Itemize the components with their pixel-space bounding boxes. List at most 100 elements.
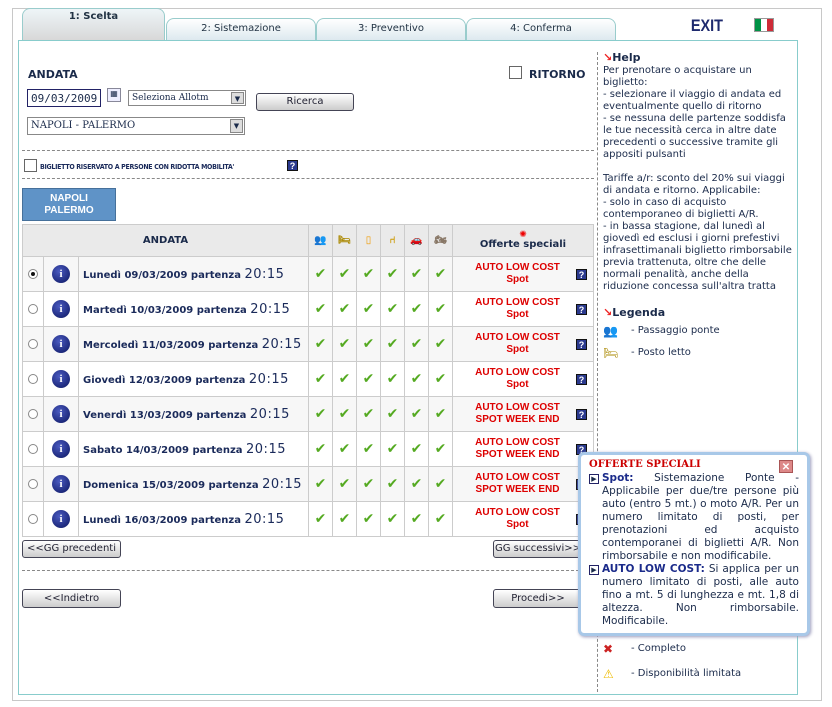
calendar-icon[interactable]: ▦ [107, 88, 121, 102]
departure-date: Lunedì 16/03/2009 partenza 20:15 [78, 501, 309, 537]
search-button[interactable]: Ricerca [256, 93, 354, 111]
departure-day: Lunedì 16/03/2009 partenza [83, 514, 241, 526]
info-cell[interactable]: i [43, 326, 79, 362]
help-question-icon[interactable]: ? [576, 373, 587, 385]
available-check-icon: ✔ [308, 396, 333, 432]
date-input[interactable]: 09/03/2009 [27, 89, 101, 107]
help-question-icon[interactable]: ? [576, 268, 587, 280]
info-cell[interactable]: i [43, 256, 79, 292]
warning-icon: ⚠ [603, 667, 614, 681]
info-icon[interactable]: i [52, 265, 70, 283]
departure-radio[interactable] [28, 269, 38, 279]
departure-radio[interactable] [28, 479, 38, 489]
info-cell[interactable]: i [43, 396, 79, 432]
departure-day: Giovedì 12/03/2009 partenza [83, 374, 246, 386]
departure-radio[interactable] [28, 444, 38, 454]
car-icon: 🚗 [404, 224, 429, 257]
departure-radio[interactable] [28, 374, 38, 384]
departure-date: Venerdì 13/03/2009 partenza 20:15 [78, 396, 309, 432]
available-check-icon: ✔ [308, 326, 333, 362]
close-icon[interactable]: ✕ [779, 460, 793, 473]
available-check-icon: ✔ [380, 396, 405, 432]
departure-row[interactable]: i Sabato 14/03/2009 partenza 20:15 ✔ ✔ ✔ ✔ ✔ ✔… [22, 431, 594, 467]
tab-conferma[interactable]: 4: Conferma [466, 18, 616, 40]
departure-row[interactable]: i Venerdì 13/03/2009 partenza 20:15 ✔ ✔ ✔ ✔ ✔… [22, 396, 594, 432]
departure-radio[interactable] [28, 514, 38, 524]
info-cell[interactable]: i [43, 466, 79, 502]
legend-item: 👥 - Passaggio ponte [603, 320, 797, 342]
tab-scelta[interactable]: 1: Scelta [22, 8, 165, 40]
reduced-mobility-checkbox[interactable] [24, 159, 37, 172]
departure-row[interactable]: i Lunedì 16/03/2009 partenza 20:15 ✔ ✔ ✔ ✔ ✔ ✔… [22, 501, 594, 537]
info-cell[interactable]: i [43, 361, 79, 397]
available-check-icon: ✔ [308, 256, 333, 292]
proceed-button[interactable]: Procedi>> [493, 589, 583, 608]
back-button[interactable]: <<Indietro [22, 589, 121, 608]
route-select[interactable]: NAPOLI - PALERMO ▼ [27, 117, 245, 135]
route-destination: PALERMO [44, 205, 94, 216]
info-icon[interactable]: i [52, 300, 70, 318]
next-days-button[interactable]: GG successivi>> [493, 540, 583, 558]
offer-auto-low-cost: AUTO LOW COST [475, 332, 560, 343]
motorbike-icon: 🏍 [428, 224, 453, 257]
offers-cell: AUTO LOW COSTSpot? [452, 501, 594, 537]
info-icon[interactable]: i [52, 370, 70, 388]
available-check-icon: ✔ [428, 466, 453, 502]
previous-days-button[interactable]: <<GG precedenti [22, 540, 121, 558]
available-check-icon: ✔ [356, 466, 381, 502]
radio-cell[interactable] [22, 466, 44, 502]
departure-row[interactable]: i Giovedì 12/03/2009 partenza 20:15 ✔ ✔ ✔ ✔ ✔… [22, 361, 594, 397]
info-icon[interactable]: i [52, 405, 70, 423]
route-tab[interactable]: NAPOLI PALERMO [22, 188, 116, 221]
spot-term: Spot: [602, 472, 634, 484]
departure-radio[interactable] [28, 409, 38, 419]
offer-spot: Spot [506, 344, 529, 355]
radio-cell[interactable] [22, 256, 44, 292]
arrow-right-icon: ▶ [589, 474, 599, 484]
radio-cell[interactable] [22, 291, 44, 327]
departure-time: 20:15 [249, 406, 290, 422]
offer-auto-low-cost: AUTO LOW COST [475, 402, 560, 413]
legend-label: - Passaggio ponte [631, 325, 720, 336]
exit-link[interactable]: EXIT [691, 16, 723, 36]
ritorno-checkbox[interactable] [509, 66, 522, 79]
info-cell[interactable]: i [43, 431, 79, 467]
radio-cell[interactable] [22, 431, 44, 467]
andata-label: ANDATA [28, 68, 78, 81]
tab-sistemazione[interactable]: 2: Sistemazione [166, 18, 316, 40]
departure-date: Sabato 14/03/2009 partenza 20:15 [78, 431, 309, 467]
help-question-icon[interactable]: ? [576, 408, 587, 420]
departure-row[interactable]: i Mercoledì 11/03/2009 partenza 20:15 ✔ ✔ ✔… [22, 326, 594, 362]
help-question-icon[interactable]: ? [287, 160, 298, 171]
radio-cell[interactable] [22, 361, 44, 397]
ritorno-label: RITORNO [529, 68, 586, 81]
departure-date: Giovedì 12/03/2009 partenza 20:15 [78, 361, 309, 397]
departure-row[interactable]: i Domenica 15/03/2009 partenza 20:15 ✔ ✔ ✔ ✔… [22, 466, 594, 502]
allotment-select[interactable]: Seleziona Allotm ▼ [128, 90, 246, 106]
available-check-icon: ✔ [308, 291, 333, 327]
available-check-icon: ✔ [404, 501, 429, 537]
star-burst-icon: ✺ [519, 230, 527, 240]
radio-cell[interactable] [22, 326, 44, 362]
help-question-icon[interactable]: ? [576, 303, 587, 315]
info-cell[interactable]: i [43, 501, 79, 537]
tab-preventivo[interactable]: 3: Preventivo [316, 18, 466, 40]
info-icon[interactable]: i [52, 335, 70, 353]
info-icon[interactable]: i [52, 510, 70, 528]
departure-radio[interactable] [28, 304, 38, 314]
radio-cell[interactable] [22, 501, 44, 537]
available-check-icon: ✔ [404, 291, 429, 327]
departure-row[interactable]: i Martedì 10/03/2009 partenza 20:15 ✔ ✔ ✔ ✔ ✔… [22, 291, 594, 327]
info-cell[interactable]: i [43, 291, 79, 327]
info-icon[interactable]: i [52, 475, 70, 493]
help-question-icon[interactable]: ? [576, 338, 587, 350]
radio-cell[interactable] [22, 396, 44, 432]
italian-flag-icon[interactable] [754, 18, 774, 32]
available-check-icon: ✔ [308, 361, 333, 397]
info-icon[interactable]: i [52, 440, 70, 458]
departure-radio[interactable] [28, 339, 38, 349]
available-check-icon: ✔ [380, 326, 405, 362]
spot-offer: ▶ Spot: Sistemazione Ponte - Applicabile … [589, 472, 799, 563]
departure-row[interactable]: i Lunedì 09/03/2009 partenza 20:15 ✔ ✔ ✔ ✔ ✔ ✔… [22, 256, 594, 292]
available-check-icon: ✔ [308, 466, 333, 502]
